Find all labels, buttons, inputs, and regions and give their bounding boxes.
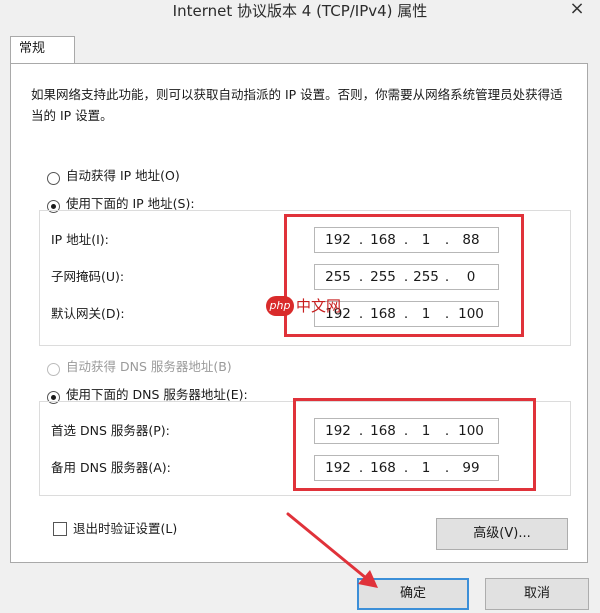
watermark-text: 中文网 <box>296 297 342 315</box>
watermark-badge: php <box>266 296 294 316</box>
